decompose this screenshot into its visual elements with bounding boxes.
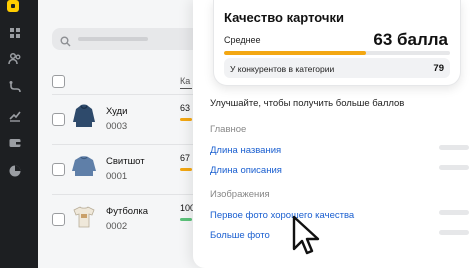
improve-heading: Улучшайте, чтобы получить больше баллов — [210, 98, 405, 109]
tip-link-description-length[interactable]: Длина описания — [210, 165, 282, 176]
tip-link-more-photos[interactable]: Больше фото — [210, 230, 270, 241]
column-header-quality[interactable]: Ка — [180, 76, 193, 89]
tip-link-first-photo-quality[interactable]: Первое фото хорошего качества — [210, 210, 354, 221]
quality-bar — [180, 118, 192, 121]
quality-progress-fill — [224, 51, 367, 55]
pie-chart-icon[interactable] — [8, 164, 22, 178]
product-name[interactable]: Футболка — [106, 206, 148, 217]
tip-placeholder — [439, 145, 469, 150]
sweatshirt-thumbnail — [72, 152, 96, 180]
logo-icon[interactable] — [7, 0, 19, 12]
tip-placeholder — [439, 165, 469, 170]
product-name[interactable]: Худи — [106, 106, 127, 117]
route-icon[interactable] — [8, 80, 22, 94]
section-title-images: Изображения — [210, 189, 270, 200]
table-row[interactable]: Свитшот 0001 67 — [38, 150, 198, 190]
quality-bar — [180, 218, 192, 221]
trend-icon[interactable] — [8, 108, 22, 122]
tshirt-thumbnail — [72, 202, 96, 230]
table-row[interactable]: Худи 0003 63 — [38, 100, 198, 140]
search-placeholder-bar — [78, 37, 148, 41]
card-quality-title: Качество карточки — [224, 10, 344, 25]
row-checkbox[interactable] — [52, 213, 65, 226]
competitors-comparison: У конкурентов в категории 79 — [224, 58, 450, 78]
competitors-value: 79 — [433, 63, 444, 74]
quality-score: 67 — [180, 153, 191, 163]
quality-bar — [180, 168, 192, 171]
quality-progress-bar — [224, 51, 450, 55]
product-code: 0002 — [106, 221, 128, 232]
product-code: 0001 — [106, 171, 128, 182]
section-title-main: Главное — [210, 124, 247, 135]
row-checkbox[interactable] — [52, 163, 65, 176]
row-divider — [52, 144, 202, 145]
select-all-checkbox[interactable] — [52, 75, 65, 88]
competitors-label: У конкурентов в категории — [230, 64, 335, 74]
quality-score-value: 63 балла — [373, 30, 448, 49]
tip-link-name-length[interactable]: Длина названия — [210, 145, 281, 156]
product-name[interactable]: Свитшот — [106, 156, 145, 167]
people-icon[interactable] — [8, 52, 22, 66]
row-divider — [52, 94, 202, 95]
grid-icon[interactable] — [8, 26, 22, 40]
wallet-icon[interactable] — [8, 136, 22, 150]
mouse-cursor-icon — [292, 215, 320, 262]
card-quality-panel: Качество карточки Среднее 63 балла У кон… — [193, 0, 474, 268]
search-icon — [60, 34, 71, 52]
row-checkbox[interactable] — [52, 113, 65, 126]
quality-level-label: Среднее — [224, 35, 261, 45]
sidebar — [0, 0, 38, 268]
quality-score: 63 — [180, 103, 191, 113]
tip-placeholder — [439, 210, 469, 215]
table-row[interactable]: Футболка 0002 100 — [38, 200, 198, 240]
row-divider — [52, 194, 202, 195]
hoodie-thumbnail — [72, 102, 96, 130]
tip-placeholder — [439, 230, 469, 235]
product-code: 0003 — [106, 121, 128, 132]
card-quality-summary: Качество карточки Среднее 63 балла У кон… — [213, 0, 461, 86]
